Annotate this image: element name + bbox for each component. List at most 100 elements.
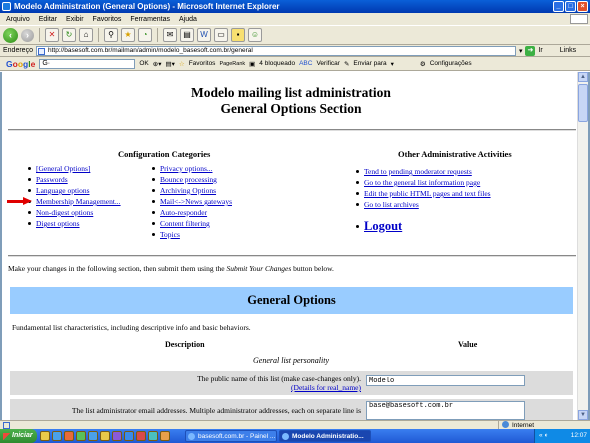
link-digest-options[interactable]: Digest options <box>36 219 80 228</box>
google-search-input[interactable]: G· <box>39 58 136 69</box>
divider <box>8 255 576 257</box>
discuss-icon[interactable]: ▭ <box>214 28 228 42</box>
edit-word-icon[interactable]: W <box>197 28 211 42</box>
links-button[interactable]: Links <box>560 47 576 54</box>
tray-arrows-icon[interactable]: « <box>539 432 543 439</box>
toolbar-separator <box>157 28 158 42</box>
google-bar-icon[interactable]: ▤▾ <box>165 60 174 68</box>
close-button[interactable]: × <box>577 1 588 12</box>
vertical-scrollbar[interactable]: ▲ ▼ <box>577 72 588 420</box>
configuracoes-button[interactable]: Configurações <box>430 60 472 67</box>
list-item: Auto-responder <box>151 207 232 218</box>
pagerank-label[interactable]: PageRank <box>219 61 245 67</box>
link-pending-requests[interactable]: Tend to pending moderator requests <box>364 167 472 176</box>
page-title: Modelo mailing list administration Gener… <box>2 85 580 117</box>
home-icon[interactable]: ⌂ <box>79 28 93 42</box>
print-icon[interactable]: ▤ <box>180 28 194 42</box>
scroll-up-icon[interactable]: ▲ <box>578 72 588 82</box>
start-button[interactable]: Iniciar <box>0 429 37 443</box>
refresh-icon[interactable]: ↻ <box>62 28 76 42</box>
link-privacy-options[interactable]: Privacy options... <box>160 164 213 173</box>
google-logo[interactable]: Google <box>6 59 35 69</box>
quicklaunch-icon[interactable] <box>148 431 158 441</box>
menu-exibir[interactable]: Exibir <box>66 16 84 23</box>
quicklaunch-icon[interactable] <box>124 431 134 441</box>
verificar-button[interactable]: Verificar <box>316 60 339 67</box>
quicklaunch-icon[interactable] <box>112 431 122 441</box>
quicklaunch-icon[interactable] <box>40 431 50 441</box>
tray-sound-icon[interactable]: ◐ <box>544 432 548 439</box>
link-language-options[interactable]: Language options <box>36 186 90 195</box>
messenger-icon[interactable]: ☺ <box>248 28 262 42</box>
link-archiving-options[interactable]: Archiving Options <box>160 186 216 195</box>
logout-link[interactable]: Logout <box>364 219 402 233</box>
notes-icon[interactable]: ▪ <box>231 28 245 42</box>
quicklaunch-icon[interactable] <box>64 431 74 441</box>
enviar-button[interactable]: Enviar para <box>353 60 386 67</box>
send-dropdown-icon[interactable]: ▾ <box>391 60 394 68</box>
minimize-button[interactable]: _ <box>553 1 564 12</box>
back-icon[interactable]: ‹ <box>3 27 18 43</box>
quicklaunch-icon[interactable] <box>88 431 98 441</box>
link-mail-news-gateways[interactable]: Mail<->News gateways <box>160 197 232 206</box>
search-icon[interactable]: ⚲ <box>104 28 118 42</box>
owner-textarea[interactable]: base@basesoft.com.br <box>366 401 525 420</box>
google-extra-icon[interactable]: ⊕▾ <box>153 60 162 68</box>
real-name-description: The public name of this list (make case-… <box>197 374 361 383</box>
address-dropdown-icon[interactable]: ▾ <box>519 47 523 55</box>
link-bounce-processing[interactable]: Bounce processing <box>160 175 217 184</box>
maximize-button[interactable]: □ <box>565 1 576 12</box>
list-item: Non-digest options <box>27 207 121 218</box>
favoritos-star-icon: ☆ <box>178 60 185 68</box>
stop-icon[interactable]: ✕ <box>45 28 59 42</box>
link-general-options[interactable]: [General Options] <box>36 164 90 173</box>
google-ok-button[interactable]: OK <box>139 60 148 67</box>
arrow-head <box>23 197 32 205</box>
window-titlebar: Modelo Administration (General Options) … <box>0 0 590 13</box>
taskbar-item-modelo[interactable]: Modelo Administratio... <box>279 430 371 442</box>
config-categories-heading: Configuration Categories <box>118 149 211 159</box>
quicklaunch-icon[interactable] <box>76 431 86 441</box>
link-auto-responder[interactable]: Auto-responder <box>160 208 207 217</box>
quicklaunch-icon[interactable] <box>160 431 170 441</box>
taskbar-item-painel[interactable]: basesoft.com.br - Painel ... <box>185 430 277 442</box>
list-item: Bounce processing <box>151 174 232 185</box>
config-links-col1: [General Options] Passwords Language opt… <box>27 163 121 229</box>
quicklaunch-icon[interactable] <box>52 431 62 441</box>
google-favoritos[interactable]: Favoritos <box>189 60 216 67</box>
link-membership-management[interactable]: Membership Management... <box>36 197 121 206</box>
link-non-digest-options[interactable]: Non-digest options <box>36 208 93 217</box>
link-passwords[interactable]: Passwords <box>36 175 68 184</box>
group-title: General list personality <box>253 356 329 365</box>
list-item: Privacy options... <box>151 163 232 174</box>
link-list-info-page[interactable]: Go to the general list information page <box>364 178 480 187</box>
instructions-pre: Make your changes in the following secti… <box>8 264 227 273</box>
quicklaunch-icon[interactable] <box>136 431 146 441</box>
link-edit-html-pages[interactable]: Edit the public HTML pages and text file… <box>364 189 491 198</box>
menu-ferramentas[interactable]: Ferramentas <box>130 16 170 23</box>
link-topics[interactable]: Topics <box>160 230 180 239</box>
real-name-input[interactable] <box>366 375 525 386</box>
menu-editar[interactable]: Editar <box>39 16 57 23</box>
go-button[interactable]: Ir <box>538 47 542 54</box>
taskbar: Iniciar basesoft.com.br - Painel ... Mod… <box>0 429 590 443</box>
go-icon[interactable]: ➜ <box>525 45 536 56</box>
google-search-value: G· <box>42 59 51 67</box>
menu-ajuda[interactable]: Ajuda <box>179 16 197 23</box>
menu-arquivo[interactable]: Arquivo <box>6 16 30 23</box>
menu-favoritos[interactable]: Favoritos <box>93 16 122 23</box>
scroll-down-icon[interactable]: ▼ <box>578 410 588 420</box>
link-content-filtering[interactable]: Content filtering <box>160 219 210 228</box>
quicklaunch-icon[interactable] <box>100 431 110 441</box>
popup-blocked-label[interactable]: 4 bloqueado <box>259 60 295 67</box>
history-icon[interactable]: ◔ <box>138 28 152 42</box>
section-description: Fundamental list characteristics, includ… <box>12 323 251 332</box>
forward-icon[interactable]: › <box>21 28 34 42</box>
favorites-icon[interactable]: ★ <box>121 28 135 42</box>
link-list-archives[interactable]: Go to list archives <box>364 200 419 209</box>
page-title-line1: Modelo mailing list administration <box>191 85 391 100</box>
address-input[interactable]: http://basesoft.com.br/mailman/admin/mod… <box>35 45 516 56</box>
mail-icon[interactable]: ✉ <box>163 28 177 42</box>
scroll-thumb[interactable] <box>578 84 588 122</box>
details-real-name-link[interactable]: (Details for real_name) <box>291 383 361 392</box>
